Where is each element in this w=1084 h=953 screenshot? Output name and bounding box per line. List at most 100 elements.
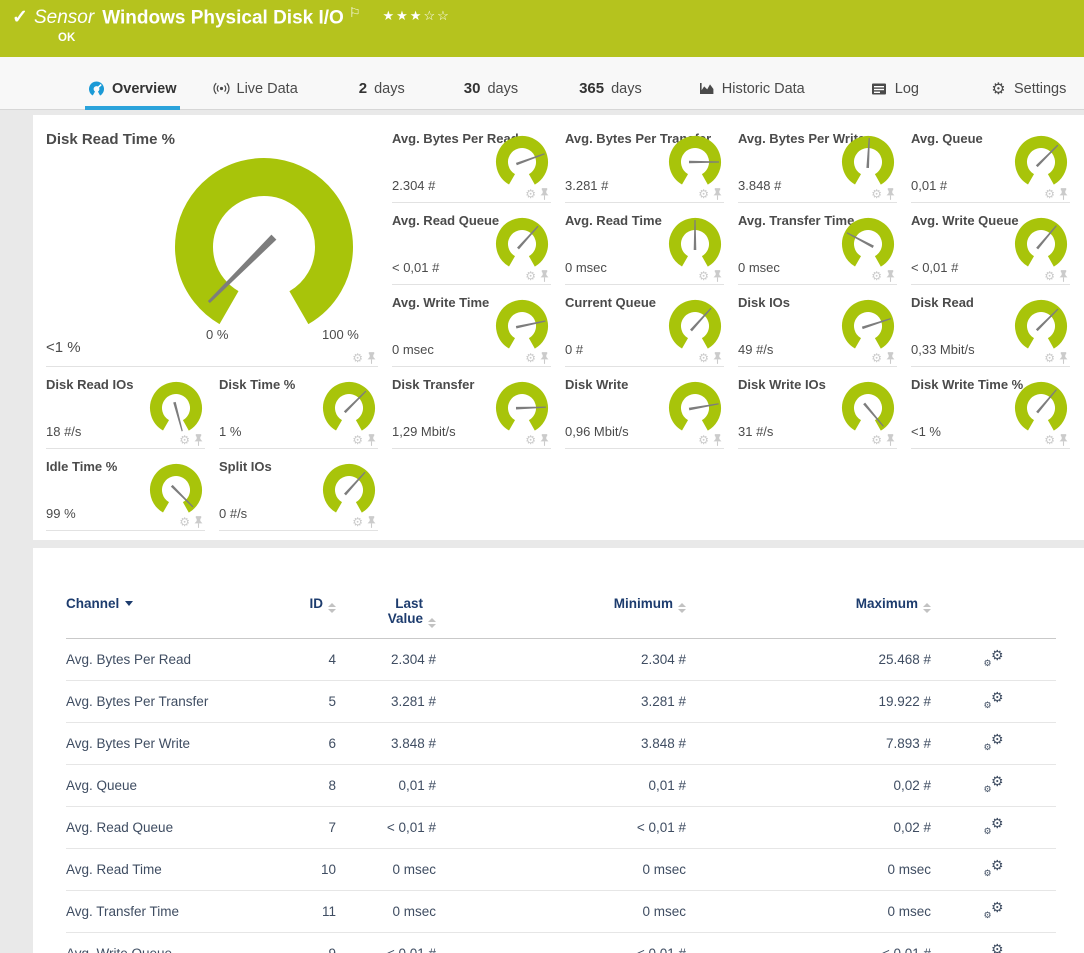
pin-icon[interactable] [886,352,895,364]
pin-icon[interactable] [1059,270,1068,282]
gauge-cell-avg-bytes-per-read[interactable]: Avg. Bytes Per Read2.304 #⚙ [392,121,551,203]
main-gauge-cell[interactable]: Disk Read Time % 0 % 100 % <1 % ⚙ [46,121,378,367]
gear-icon[interactable]: ⚙ [1044,352,1055,364]
gauge-value: 0,33 Mbit/s [911,342,975,357]
channel-settings-gears-icon[interactable]: ⚙⚙ [984,817,1004,835]
channel-settings-gears-icon[interactable]: ⚙⚙ [984,691,1004,709]
pin-icon[interactable] [194,516,203,528]
pin-icon[interactable] [713,434,722,446]
pin-icon[interactable] [1059,434,1068,446]
gear-icon[interactable]: ⚙ [525,434,536,446]
gauge-cell-avg-read-time[interactable]: Avg. Read Time0 msec⚙ [565,203,724,285]
pin-icon[interactable] [713,188,722,200]
pin-icon[interactable] [886,434,895,446]
pin-icon[interactable] [1059,188,1068,200]
gauge-cell-avg-transfer-time[interactable]: Avg. Transfer Time0 msec⚙ [738,203,897,285]
column-header-minimum[interactable]: Minimum [436,592,686,639]
tab-overview[interactable]: Overview [85,80,180,110]
cell-last-value: 3.281 # [336,681,436,723]
gauge-cell-disk-read-ios[interactable]: Disk Read IOs18 #/s⚙ [46,367,205,449]
column-header-last-value[interactable]: Last Value [336,592,436,639]
gauge-cell-avg-bytes-per-write[interactable]: Avg. Bytes Per Write3.848 #⚙ [738,121,897,203]
tab-2-days[interactable]: 2days [356,80,408,110]
gear-icon[interactable]: ⚙ [525,188,536,200]
gauge-cell-avg-bytes-per-transfer[interactable]: Avg. Bytes Per Transfer3.281 #⚙ [565,121,724,203]
gauge-cell-disk-write-time[interactable]: Disk Write Time %<1 %⚙ [911,367,1070,449]
channel-settings-gears-icon[interactable]: ⚙⚙ [984,649,1004,667]
gear-icon[interactable]: ⚙ [352,352,363,364]
pin-icon[interactable] [713,352,722,364]
channel-settings-gears-icon[interactable]: ⚙⚙ [984,775,1004,793]
gauge-cell-current-queue[interactable]: Current Queue0 #⚙ [565,285,724,367]
channel-settings-gears-icon[interactable]: ⚙⚙ [984,733,1004,751]
cell-maximum: 25.468 # [686,639,931,681]
table-row: Avg. Bytes Per Transfer 5 3.281 # 3.281 … [66,681,1056,723]
gear-icon[interactable]: ⚙ [525,352,536,364]
table-row: Avg. Transfer Time 11 0 msec 0 msec 0 ms… [66,891,1056,933]
tab-settings[interactable]: ⚙Settings [987,80,1069,110]
gauge-value: 31 #/s [738,424,773,439]
gauge-cell-avg-write-time[interactable]: Avg. Write Time0 msec⚙ [392,285,551,367]
gear-icon[interactable]: ⚙ [1044,188,1055,200]
cell-minimum: 0 msec [436,849,686,891]
gear-icon[interactable]: ⚙ [352,434,363,446]
column-header-id[interactable]: ID [281,592,336,639]
priority-stars[interactable]: ★★★☆☆ [382,8,450,23]
gauge-cell-disk-time[interactable]: Disk Time %1 %⚙ [219,367,378,449]
cell-minimum: 3.848 # [436,723,686,765]
gauge-cell-disk-transfer[interactable]: Disk Transfer1,29 Mbit/s⚙ [392,367,551,449]
gear-icon[interactable]: ⚙ [698,270,709,282]
cell-last-value: 0 msec [336,849,436,891]
gear-icon[interactable]: ⚙ [1044,270,1055,282]
channel-settings-gears-icon[interactable]: ⚙⚙ [984,943,1004,953]
gear-icon[interactable]: ⚙ [871,188,882,200]
pin-icon[interactable] [367,516,376,528]
channel-settings-gears-icon[interactable]: ⚙⚙ [984,859,1004,877]
gauge-cell-idle-time[interactable]: Idle Time %99 %⚙ [46,449,205,531]
tab-log[interactable]: Log [868,80,922,110]
gauge-cell-avg-read-queue[interactable]: Avg. Read Queue< 0,01 #⚙ [392,203,551,285]
gauge-cell-avg-write-queue[interactable]: Avg. Write Queue< 0,01 #⚙ [911,203,1070,285]
pin-icon[interactable] [540,188,549,200]
gauge-cell-split-ios[interactable]: Split IOs0 #/s⚙ [219,449,378,531]
gear-icon[interactable]: ⚙ [1044,434,1055,446]
pin-icon[interactable] [540,270,549,282]
column-header-channel[interactable]: Channel [66,592,281,639]
flag-icon[interactable]: ⚐ [349,5,361,20]
gauge-cell-disk-read[interactable]: Disk Read0,33 Mbit/s⚙ [911,285,1070,367]
gauge-cell-disk-write-ios[interactable]: Disk Write IOs31 #/s⚙ [738,367,897,449]
pin-icon[interactable] [367,434,376,446]
cell-maximum: 7.893 # [686,723,931,765]
column-header-maximum[interactable]: Maximum [686,592,931,639]
channel-settings-gears-icon[interactable]: ⚙⚙ [984,901,1004,919]
gear-icon[interactable]: ⚙ [179,434,190,446]
tab-live-data[interactable]: Live Data [210,80,301,110]
pin-icon[interactable] [367,352,376,364]
gear-icon[interactable]: ⚙ [525,270,536,282]
gear-icon[interactable]: ⚙ [871,270,882,282]
gauge-cell-avg-queue[interactable]: Avg. Queue0,01 #⚙ [911,121,1070,203]
gear-icon[interactable]: ⚙ [698,188,709,200]
pin-icon[interactable] [194,434,203,446]
pin-icon[interactable] [713,270,722,282]
tab-365-days[interactable]: 365days [576,80,645,110]
pin-icon[interactable] [1059,352,1068,364]
gear-icon[interactable]: ⚙ [871,352,882,364]
gauge-cell-disk-ios[interactable]: Disk IOs49 #/s⚙ [738,285,897,367]
gauge-cell-disk-write[interactable]: Disk Write0,96 Mbit/s⚙ [565,367,724,449]
gear-icon[interactable]: ⚙ [352,516,363,528]
gauge-value: < 0,01 # [911,260,958,275]
gauges-panel: Disk Read Time % 0 % 100 % <1 % ⚙ Avg. B… [33,115,1084,540]
cell-id: 10 [281,849,336,891]
pin-icon[interactable] [540,434,549,446]
pin-icon[interactable] [886,188,895,200]
tab-30-days[interactable]: 30days [461,80,521,110]
gear-icon[interactable]: ⚙ [179,516,190,528]
pin-icon[interactable] [540,352,549,364]
pin-icon[interactable] [886,270,895,282]
tab-historic-data[interactable]: Historic Data [695,80,808,110]
gear-icon[interactable]: ⚙ [698,352,709,364]
gear-icon[interactable]: ⚙ [698,434,709,446]
gauge-value: 3.281 # [565,178,608,193]
gear-icon[interactable]: ⚙ [871,434,882,446]
